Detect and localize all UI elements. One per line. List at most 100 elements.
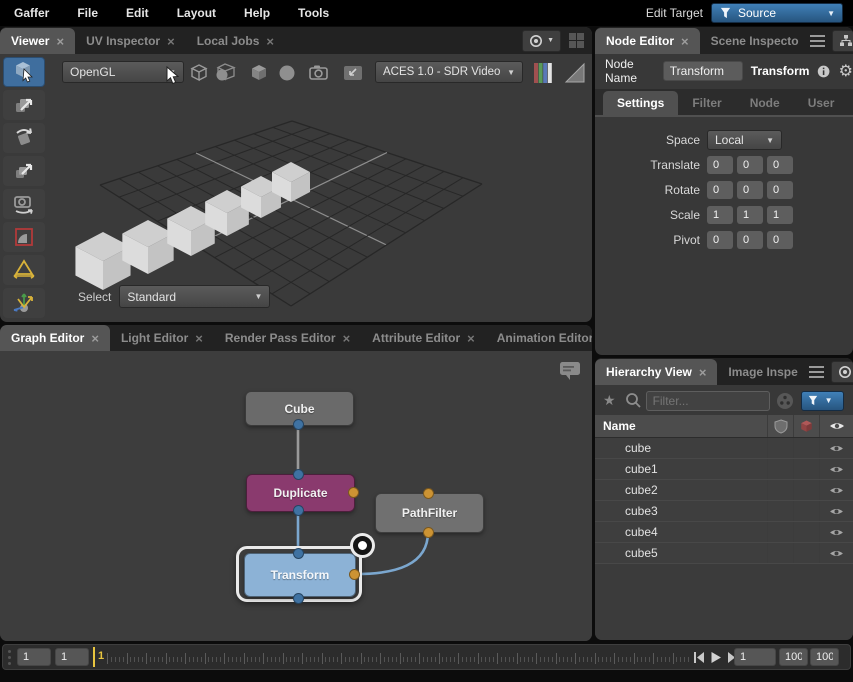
node-port[interactable] xyxy=(423,488,434,499)
menu-icon[interactable] xyxy=(809,366,824,378)
soft-range-start-input[interactable] xyxy=(55,648,89,666)
subtab-user[interactable]: User xyxy=(794,91,849,115)
menu-icon[interactable] xyxy=(810,35,825,47)
current-frame-input[interactable] xyxy=(734,648,776,666)
row-cell[interactable] xyxy=(767,522,793,542)
hierarchy-row-cube1[interactable]: cube1 xyxy=(595,459,853,480)
gear-icon[interactable]: ⚙ xyxy=(839,63,853,79)
row-cell[interactable] xyxy=(767,501,793,521)
row-visibility-toggle[interactable] xyxy=(819,459,853,479)
solid-cube-icon[interactable] xyxy=(246,61,272,85)
hierarchy-row-cube4[interactable]: cube4 xyxy=(595,522,853,543)
param-field-rotate[interactable]: 0 xyxy=(707,181,733,199)
tab-node-editor[interactable]: Node Editor× xyxy=(595,28,700,54)
tab-graph-editor[interactable]: Graph Editor× xyxy=(0,325,110,351)
menu-layout[interactable]: Layout xyxy=(177,6,216,20)
scene-options-icon[interactable] xyxy=(776,392,794,410)
tab-animation-editor[interactable]: Animation Editor× xyxy=(486,325,592,351)
param-field-rotate[interactable]: 0 xyxy=(737,181,763,199)
ramp-icon[interactable] xyxy=(562,61,588,85)
node-name-input[interactable] xyxy=(663,61,743,81)
timeline-ruler[interactable] xyxy=(107,651,689,666)
param-field-pivot[interactable]: 0 xyxy=(767,231,793,249)
column-name[interactable]: Name xyxy=(595,419,767,433)
param-field-scale[interactable]: 1 xyxy=(767,206,793,224)
timeline-grip[interactable] xyxy=(8,650,11,665)
row-cell[interactable] xyxy=(793,501,819,521)
column-visibility[interactable] xyxy=(819,415,853,437)
node-port[interactable] xyxy=(293,505,304,516)
soft-range-end-input[interactable] xyxy=(779,648,808,666)
node-port[interactable] xyxy=(423,527,434,538)
close-icon[interactable]: × xyxy=(56,35,64,48)
select-mode-dropdown[interactable]: Standard ▼ xyxy=(119,285,270,308)
layout-grid-icon[interactable] xyxy=(568,32,585,49)
sphere-icon[interactable] xyxy=(274,61,300,85)
hierarchy-row-cube2[interactable]: cube2 xyxy=(595,480,853,501)
rotate-tool-button[interactable] xyxy=(3,123,45,153)
viewer-settings-button[interactable]: ▼ xyxy=(522,30,561,52)
scale-tool-button[interactable] xyxy=(3,156,45,186)
menu-file[interactable]: File xyxy=(77,6,98,20)
edit-scope-dropdown[interactable]: ▼ xyxy=(801,391,844,411)
camera-icon[interactable] xyxy=(306,61,332,85)
row-cell[interactable] xyxy=(767,438,793,458)
tab-light-editor[interactable]: Light Editor× xyxy=(110,325,214,351)
param-field-scale[interactable]: 1 xyxy=(707,206,733,224)
close-icon[interactable]: × xyxy=(167,35,175,48)
node-port[interactable] xyxy=(293,593,304,604)
display-transform-select[interactable]: ACES 1.0 - SDR Video ▼ xyxy=(375,61,523,83)
row-visibility-toggle[interactable] xyxy=(819,438,853,458)
row-cell[interactable] xyxy=(767,543,793,563)
skip-start-icon[interactable] xyxy=(693,651,705,664)
row-cell[interactable] xyxy=(793,438,819,458)
column-exclusions[interactable] xyxy=(793,415,819,437)
row-visibility-toggle[interactable] xyxy=(819,480,853,500)
param-field-scale[interactable]: 1 xyxy=(737,206,763,224)
tab-local-jobs[interactable]: Local Jobs× xyxy=(186,28,285,54)
close-icon[interactable]: × xyxy=(681,35,689,48)
subtab-filter[interactable]: Filter xyxy=(678,91,735,115)
row-visibility-toggle[interactable] xyxy=(819,522,853,542)
gizmo-tool-button[interactable] xyxy=(3,288,45,318)
row-cell[interactable] xyxy=(767,459,793,479)
param-field-translate[interactable]: 0 xyxy=(737,156,763,174)
hierarchy-row-cube3[interactable]: cube3 xyxy=(595,501,853,522)
close-icon[interactable]: × xyxy=(699,366,707,379)
channel-bars-icon[interactable] xyxy=(532,61,554,85)
star-icon[interactable]: ★ xyxy=(603,393,616,409)
node-port[interactable] xyxy=(349,569,360,580)
camera-tool-button[interactable] xyxy=(3,189,45,219)
menu-help[interactable]: Help xyxy=(244,6,270,20)
column-sets[interactable] xyxy=(767,415,793,437)
translate-tool-button[interactable] xyxy=(3,90,45,120)
menu-tools[interactable]: Tools xyxy=(298,6,329,20)
param-field-pivot[interactable]: 0 xyxy=(737,231,763,249)
tab-image-inspe[interactable]: Image Inspe xyxy=(717,359,808,385)
edit-target-select[interactable]: Source ▼ xyxy=(711,3,843,23)
light-tool-button[interactable] xyxy=(3,255,45,285)
hierarchy-row-cube[interactable]: cube xyxy=(595,438,853,459)
row-cell[interactable] xyxy=(793,522,819,542)
crop-window-tool-button[interactable] xyxy=(3,222,45,252)
param-field-rotate[interactable]: 0 xyxy=(767,181,793,199)
row-visibility-toggle[interactable] xyxy=(819,543,853,563)
playhead[interactable] xyxy=(93,647,95,667)
close-icon[interactable]: × xyxy=(91,332,99,345)
tab-render-pass-editor[interactable]: Render Pass Editor× xyxy=(214,325,361,351)
node-port[interactable] xyxy=(293,419,304,430)
node-port[interactable] xyxy=(348,487,359,498)
wireframe-cube-icon[interactable] xyxy=(186,61,212,85)
close-icon[interactable]: × xyxy=(467,332,475,345)
shaded-preview-icon[interactable] xyxy=(214,61,240,85)
param-field-translate[interactable]: 0 xyxy=(767,156,793,174)
hierarchy-row-cube5[interactable]: cube5 xyxy=(595,543,853,564)
tab-viewer[interactable]: Viewer× xyxy=(0,28,75,54)
image-layers-icon[interactable] xyxy=(340,61,366,85)
subtab-node[interactable]: Node xyxy=(736,91,794,115)
frame-range-end-input[interactable] xyxy=(810,648,839,666)
tab-hierarchy-view[interactable]: Hierarchy View× xyxy=(595,359,717,385)
graph-canvas[interactable]: CubeDuplicatePathFilterTransform xyxy=(0,351,592,641)
tab-uv-inspector[interactable]: UV Inspector× xyxy=(75,28,186,54)
editor-focus-button[interactable]: ▼ xyxy=(832,30,853,52)
